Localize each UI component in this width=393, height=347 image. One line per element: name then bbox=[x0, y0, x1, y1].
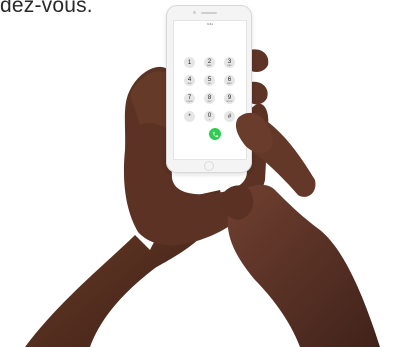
front-camera bbox=[193, 11, 196, 14]
home-button[interactable] bbox=[204, 161, 214, 171]
key-6[interactable]: 6 MNO bbox=[224, 75, 235, 86]
call-button[interactable] bbox=[209, 128, 221, 140]
status-bar: 9:41 bbox=[174, 22, 246, 28]
key-7[interactable]: 7 PQRS bbox=[184, 93, 195, 104]
key-0[interactable]: 0 + bbox=[204, 111, 215, 122]
key-1[interactable]: 1 bbox=[184, 57, 195, 68]
status-time: 9:41 bbox=[207, 22, 213, 26]
phone-screen: 9:41 1 2 ABC 3 DEF 4 GHI 5 JKL 6 MNO 7 PQRS 8T… bbox=[173, 20, 247, 160]
key-star[interactable]: * bbox=[184, 111, 195, 122]
key-2[interactable]: 2 ABC bbox=[204, 57, 215, 68]
key-3[interactable]: 3 DEF bbox=[224, 57, 235, 68]
earpiece-speaker bbox=[201, 12, 217, 14]
left-finger-1 bbox=[250, 49, 269, 73]
phone-handset-icon bbox=[212, 131, 218, 137]
key-4[interactable]: 4 GHI bbox=[184, 75, 195, 86]
key-5[interactable]: 5 JKL bbox=[204, 75, 215, 86]
left-finger-2 bbox=[250, 81, 268, 105]
key-hash[interactable]: # bbox=[224, 111, 235, 122]
smartphone: 9:41 1 2 ABC 3 DEF 4 GHI 5 JKL 6 MNO 7 PQRS 8T… bbox=[166, 5, 252, 173]
key-8[interactable]: 8 TUV bbox=[204, 93, 215, 104]
key-9[interactable]: 9 WXYZ bbox=[224, 93, 235, 104]
